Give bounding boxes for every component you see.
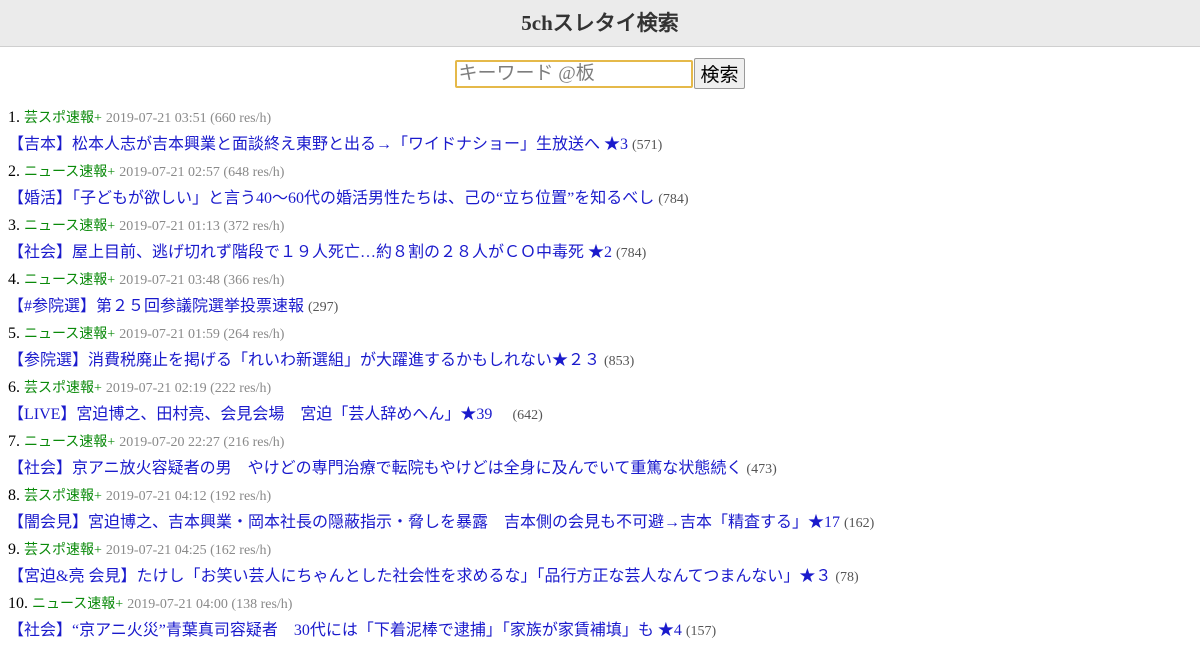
result-number: 3. <box>8 217 20 234</box>
list-item: 9. 芸スポ速報+ 2019-07-21 04:25 (162 res/h) 【宮… <box>8 536 1200 590</box>
response-count: (784) <box>616 246 647 261</box>
response-count: (162) <box>844 516 875 531</box>
response-count: (853) <box>604 354 635 369</box>
search-button[interactable]: 検索 <box>694 58 745 89</box>
result-meta: 10. ニュース速報+ 2019-07-21 04:00 (138 res/h) <box>8 590 1200 617</box>
board-link[interactable]: 芸スポ速報+ <box>24 381 102 396</box>
result-title-line: 【闇会見】宮迫博之、吉本興業・岡本社長の隠蔽指示・脅しを暴露 吉本側の会見も不可… <box>8 509 1200 536</box>
list-item: 6. 芸スポ速報+ 2019-07-21 02:19 (222 res/h) 【L… <box>8 374 1200 428</box>
result-title-line: 【社会】“京アニ火災”青葉真司容疑者 30代には「下着泥棒で逮捕」「家族が家賃補… <box>8 617 1200 644</box>
list-item: 10. ニュース速報+ 2019-07-21 04:00 (138 res/h)… <box>8 590 1200 644</box>
list-item: 8. 芸スポ速報+ 2019-07-21 04:12 (192 res/h) 【闇… <box>8 482 1200 536</box>
response-count: (473) <box>746 462 777 477</box>
result-number: 7. <box>8 433 20 450</box>
result-number: 4. <box>8 271 20 288</box>
result-number: 1. <box>8 109 20 126</box>
result-title-line: 【参院選】消費税廃止を掲げる「れいわ新選組」が大躍進するかもしれない★２３ (85… <box>8 347 1200 374</box>
result-number: 2. <box>8 163 20 180</box>
board-link[interactable]: ニュース速報+ <box>24 165 115 180</box>
board-link[interactable]: 芸スポ速報+ <box>24 489 102 504</box>
result-title-line: 【社会】京アニ放火容疑者の男 やけどの専門治療で転院もやけどは全身に及んでいて重… <box>8 455 1200 482</box>
response-count: (78) <box>835 570 859 585</box>
result-title-line: 【宮迫&亮 会見】たけし「お笑い芸人にちゃんとした社会性を求めるな」「品行方正な… <box>8 563 1200 590</box>
thread-title-link[interactable]: 【社会】京アニ放火容疑者の男 やけどの専門治療で転院もやけどは全身に及んでいて重… <box>8 460 742 477</box>
board-link[interactable]: 芸スポ速報+ <box>24 543 102 558</box>
post-time-rate: 2019-07-21 01:13 (372 res/h) <box>119 219 285 234</box>
thread-title-link[interactable]: 【吉本】松本人志が吉本興業と面談終え東野と出る→「ワイドナショー」生放送へ ★3 <box>8 136 628 153</box>
thread-title-link[interactable]: 【闇会見】宮迫博之、吉本興業・岡本社長の隠蔽指示・脅しを暴露 吉本側の会見も不可… <box>8 514 840 531</box>
post-time-rate: 2019-07-21 03:48 (366 res/h) <box>119 273 285 288</box>
result-number: 8. <box>8 487 20 504</box>
list-item: 4. ニュース速報+ 2019-07-21 03:48 (366 res/h) 【… <box>8 266 1200 320</box>
page-header: 5chスレタイ検索 <box>0 0 1200 47</box>
thread-title-link[interactable]: 【婚活】「子どもが欲しい」と言う40～60代の婚活男性たちは、己の“立ち位置”を… <box>8 190 654 207</box>
thread-title-link[interactable]: 【#参院選】第２５回参議院選挙投票速報 <box>8 298 304 315</box>
list-item: 3. ニュース速報+ 2019-07-21 01:13 (372 res/h) 【… <box>8 212 1200 266</box>
list-item: 2. ニュース速報+ 2019-07-21 02:57 (648 res/h) 【… <box>8 158 1200 212</box>
search-bar: 検索 <box>0 58 1200 89</box>
list-item: 5. ニュース速報+ 2019-07-21 01:59 (264 res/h) 【… <box>8 320 1200 374</box>
post-time-rate: 2019-07-21 04:25 (162 res/h) <box>105 543 272 558</box>
thread-title-link[interactable]: 【社会】“京アニ火災”青葉真司容疑者 30代には「下着泥棒で逮捕」「家族が家賃補… <box>8 622 682 639</box>
thread-title-link[interactable]: 【宮迫&亮 会見】たけし「お笑い芸人にちゃんとした社会性を求めるな」「品行方正な… <box>8 568 831 585</box>
board-link[interactable]: ニュース速報+ <box>24 435 115 450</box>
response-count: (157) <box>685 624 717 639</box>
result-number: 6. <box>8 379 20 396</box>
result-meta: 8. 芸スポ速報+ 2019-07-21 04:12 (192 res/h) <box>8 482 1200 509</box>
result-number: 5. <box>8 325 20 342</box>
search-input[interactable] <box>455 59 694 88</box>
result-title-line: 【吉本】松本人志が吉本興業と面談終え東野と出る→「ワイドナショー」生放送へ ★3… <box>8 131 1200 158</box>
thread-title-link[interactable]: 【参院選】消費税廃止を掲げる「れいわ新選組」が大躍進するかもしれない★２３ <box>8 352 600 369</box>
board-link[interactable]: ニュース速報+ <box>24 273 115 288</box>
result-meta: 9. 芸スポ速報+ 2019-07-21 04:25 (162 res/h) <box>8 536 1200 563</box>
results-list: 1. 芸スポ速報+ 2019-07-21 03:51 (660 res/h) 【吉… <box>8 104 1200 644</box>
response-count: (784) <box>658 192 689 207</box>
thread-title-link[interactable]: 【LIVE】宮迫博之、田村亮、会見会場 宮迫「芸人辞めへん」★39 <box>8 406 508 423</box>
response-count: (642) <box>512 408 543 423</box>
post-time-rate: 2019-07-21 01:59 (264 res/h) <box>119 327 285 342</box>
result-meta: 7. ニュース速報+ 2019-07-20 22:27 (216 res/h) <box>8 428 1200 455</box>
post-time-rate: 2019-07-21 04:12 (192 res/h) <box>105 489 272 504</box>
result-title-line: 【社会】屋上目前、逃げ切れず階段で１９人死亡…約８割の２８人がＣＯ中毒死 ★2 (… <box>8 239 1200 266</box>
board-link[interactable]: ニュース速報+ <box>32 597 123 612</box>
response-count: (571) <box>632 138 663 153</box>
result-meta: 5. ニュース速報+ 2019-07-21 01:59 (264 res/h) <box>8 320 1200 347</box>
result-meta: 1. 芸スポ速報+ 2019-07-21 03:51 (660 res/h) <box>8 104 1200 131</box>
post-time-rate: 2019-07-21 04:00 (138 res/h) <box>127 597 293 612</box>
post-time-rate: 2019-07-21 02:19 (222 res/h) <box>105 381 272 396</box>
result-number: 9. <box>8 541 20 558</box>
result-title-line: 【婚活】「子どもが欲しい」と言う40～60代の婚活男性たちは、己の“立ち位置”を… <box>8 185 1200 212</box>
result-meta: 4. ニュース速報+ 2019-07-21 03:48 (366 res/h) <box>8 266 1200 293</box>
list-item: 7. ニュース速報+ 2019-07-20 22:27 (216 res/h) 【… <box>8 428 1200 482</box>
list-item: 1. 芸スポ速報+ 2019-07-21 03:51 (660 res/h) 【吉… <box>8 104 1200 158</box>
response-count: (297) <box>308 300 339 315</box>
board-link[interactable]: ニュース速報+ <box>24 219 115 234</box>
page-title: 5chスレタイ検索 <box>521 11 679 35</box>
thread-title-link[interactable]: 【社会】屋上目前、逃げ切れず階段で１９人死亡…約８割の２８人がＣＯ中毒死 ★2 <box>8 244 612 261</box>
result-title-line: 【LIVE】宮迫博之、田村亮、会見会場 宮迫「芸人辞めへん」★39 (642) <box>8 401 1200 428</box>
result-number: 10. <box>8 595 28 612</box>
result-meta: 3. ニュース速報+ 2019-07-21 01:13 (372 res/h) <box>8 212 1200 239</box>
board-link[interactable]: 芸スポ速報+ <box>24 111 102 126</box>
post-time-rate: 2019-07-21 03:51 (660 res/h) <box>105 111 272 126</box>
post-time-rate: 2019-07-20 22:27 (216 res/h) <box>119 435 285 450</box>
post-time-rate: 2019-07-21 02:57 (648 res/h) <box>119 165 285 180</box>
result-title-line: 【#参院選】第２５回参議院選挙投票速報 (297) <box>8 293 1200 320</box>
result-meta: 2. ニュース速報+ 2019-07-21 02:57 (648 res/h) <box>8 158 1200 185</box>
result-meta: 6. 芸スポ速報+ 2019-07-21 02:19 (222 res/h) <box>8 374 1200 401</box>
board-link[interactable]: ニュース速報+ <box>24 327 115 342</box>
